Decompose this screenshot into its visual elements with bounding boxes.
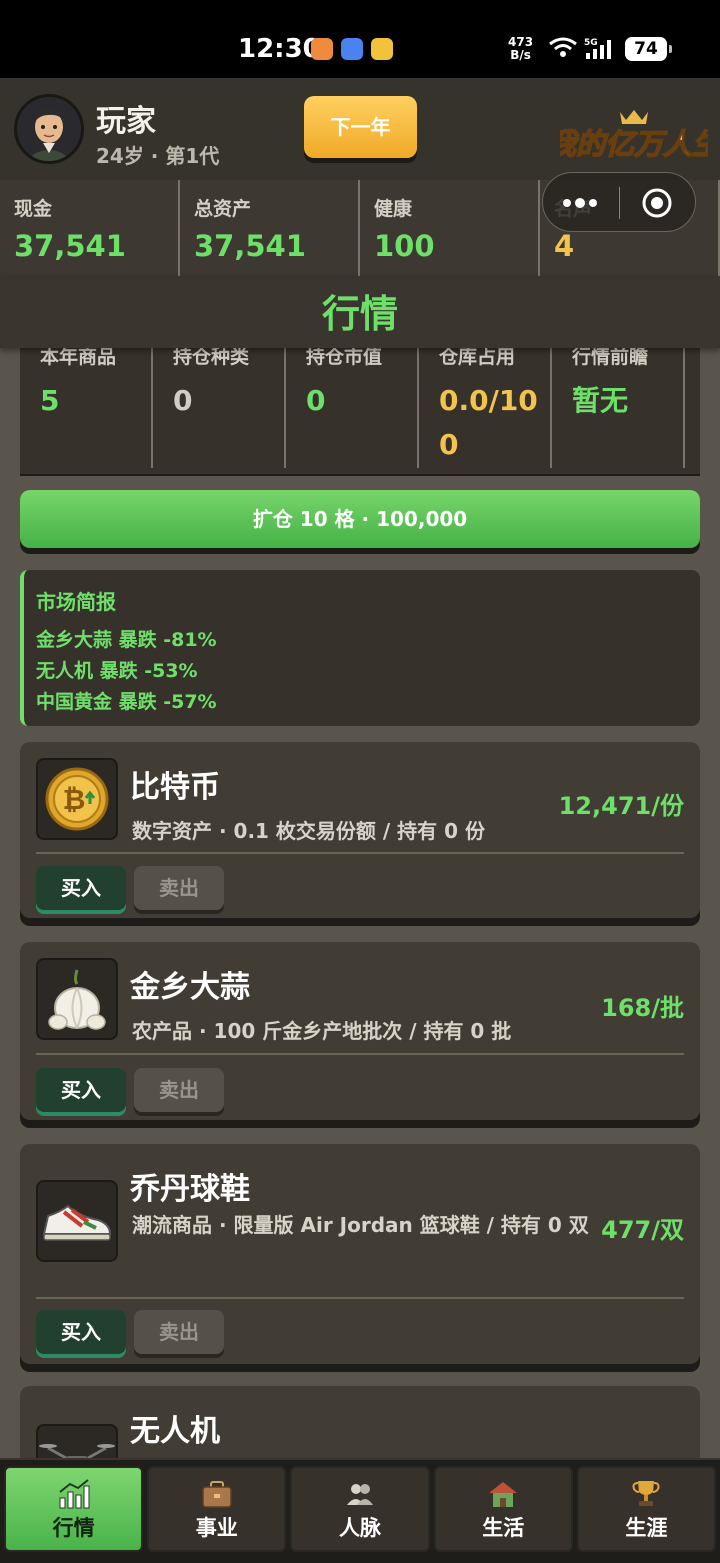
house-icon: [489, 1482, 518, 1507]
goods-price: 168/批: [601, 994, 684, 1022]
sell-button[interactable]: 卖出: [134, 866, 224, 910]
weather-notification-icon: [371, 38, 393, 60]
market-brief: 市场简报 金乡大蒜 暴跌 -81% 无人机 暴跌 -53% 中国黄金 暴跌 -5…: [20, 570, 700, 726]
brief-title: 市场简报: [36, 590, 116, 614]
summary-warehouse: 仓库占用 0.0/100: [419, 334, 552, 468]
summary-value: 0: [306, 384, 326, 417]
goods-card-bitcoin: ₿ 比特币 数字资产 · 0.1 枚交易份额 / 持有 0 份 12,471/份…: [20, 742, 700, 918]
sell-button[interactable]: 卖出: [134, 1068, 224, 1112]
bottom-nav: 行情 事业 人脉 生活 生涯: [0, 1458, 720, 1563]
status-bar: 12:30 473 B/s 5G 74: [0, 0, 720, 78]
buy-button[interactable]: 买入: [36, 866, 126, 910]
brief-line: 中国黄金 暴跌 -57%: [36, 691, 217, 713]
nav-tab-market[interactable]: 行情: [4, 1466, 144, 1552]
message-notification-icon: [341, 38, 363, 60]
chart-icon: [58, 1479, 90, 1509]
page-title-bar: 行情: [0, 276, 720, 348]
trophy-icon: [632, 1481, 660, 1506]
nav-label: 人脉: [339, 1516, 381, 1540]
card-divider: [36, 1053, 684, 1055]
stat-value: 4: [554, 229, 575, 263]
goods-desc: 农产品 · 100 斤金乡产地批次 / 持有 0 批: [132, 1019, 512, 1043]
close-miniprogram-icon[interactable]: [641, 187, 673, 219]
page-title: 行情: [321, 292, 398, 336]
next-year-button[interactable]: 下一年: [304, 96, 417, 158]
summary-value: 5: [40, 384, 60, 417]
goods-name: 乔丹球鞋: [130, 1172, 250, 1207]
goods-price: 12,471/份: [558, 792, 684, 820]
stat-value: 37,541: [194, 229, 306, 263]
stat-label: 现金: [14, 198, 53, 220]
nav-label: 行情: [52, 1516, 95, 1540]
player-name: 玩家: [96, 104, 156, 139]
stat-label: 总资产: [194, 198, 252, 220]
goods-desc: 数字资产 · 0.1 枚交易份额 / 持有 0 份: [132, 819, 485, 843]
card-divider: [36, 1297, 684, 1299]
brief-line: 金乡大蒜 暴跌 -81%: [36, 629, 217, 651]
summary-value: 0.0/100: [439, 384, 538, 461]
more-icon[interactable]: [561, 193, 599, 213]
stat-label: 健康: [374, 198, 413, 220]
net-speed: 473 B/s: [508, 35, 534, 62]
goods-card-garlic: 金乡大蒜 农产品 · 100 斤金乡产地批次 / 持有 0 批 168/批 买入…: [20, 942, 700, 1120]
nav-label: 生活: [482, 1516, 525, 1540]
avatar[interactable]: [14, 94, 84, 164]
summary-value: 暂无: [572, 384, 629, 417]
svg-text:5G: 5G: [584, 38, 598, 48]
sell-button[interactable]: 卖出: [134, 1310, 224, 1354]
battery-icon: 74: [625, 37, 672, 61]
app-notification-icon: [311, 38, 333, 60]
summary-holding-value: 持仓市值 0: [286, 334, 419, 468]
garlic-icon: [36, 958, 118, 1040]
stat-health: 健康 100: [360, 180, 540, 276]
buy-button[interactable]: 买入: [36, 1068, 126, 1112]
stat-cash: 现金 37,541: [0, 180, 180, 276]
nav-label: 事业: [195, 1516, 238, 1540]
wifi-icon: [549, 37, 577, 57]
stat-value: 100: [374, 229, 435, 263]
summary-value: 0: [173, 384, 193, 417]
svg-text:我的亿万人生: 我的亿万人生: [560, 127, 708, 161]
summary-holding-types: 持仓种类 0: [153, 334, 286, 468]
svg-text:₿: ₿: [63, 783, 86, 816]
stat-value: 37,541: [14, 229, 126, 263]
summary-forecast: 行情前瞻 暂无: [552, 334, 685, 468]
nav-tab-life[interactable]: 生活: [433, 1466, 573, 1552]
goods-name: 比特币: [130, 770, 220, 805]
sneaker-icon: [36, 1180, 118, 1262]
goods-card-sneakers: 乔丹球鞋 潮流商品 · 限量版 Air Jordan 篮球鞋 / 持有 0 双 …: [20, 1144, 700, 1364]
nav-tab-network[interactable]: 人脉: [290, 1466, 430, 1552]
brief-line: 无人机 暴跌 -53%: [36, 660, 198, 682]
goods-name: 无人机: [130, 1414, 220, 1449]
miniprogram-capsule: [542, 172, 696, 232]
nav-tab-career-history[interactable]: 生涯: [576, 1466, 717, 1552]
player-header: 玩家 24岁 · 第1代 下一年 我的亿万人生: [0, 78, 720, 180]
player-age-generation: 24岁 · 第1代: [96, 144, 220, 168]
goods-desc: 潮流商品 · 限量版 Air Jordan 篮球鞋 / 持有 0 双: [132, 1213, 589, 1237]
goods-price: 477/双: [601, 1216, 684, 1244]
expand-warehouse-button[interactable]: 扩仓 10 格 · 100,000: [20, 490, 700, 548]
stat-total-assets: 总资产 37,541: [180, 180, 360, 276]
nav-label: 生涯: [625, 1516, 668, 1540]
game-logo: 我的亿万人生: [560, 110, 708, 162]
card-divider: [36, 852, 684, 854]
nav-tab-career[interactable]: 事业: [147, 1466, 287, 1552]
summary-goods-count: 本年商品 5: [20, 334, 153, 468]
status-time: 12:30: [238, 34, 321, 64]
bitcoin-icon: ₿: [36, 758, 118, 840]
goods-name: 金乡大蒜: [130, 970, 250, 1005]
buy-button[interactable]: 买入: [36, 1310, 126, 1354]
people-icon: [347, 1484, 373, 1505]
briefcase-icon: [202, 1481, 232, 1508]
capsule-divider: [619, 187, 620, 219]
signal-icon: 5G: [584, 38, 611, 59]
market-summary: 本年商品 5 持仓种类 0 持仓市值 0 仓库占用 0.0/100 行情前瞻 暂…: [20, 334, 700, 476]
